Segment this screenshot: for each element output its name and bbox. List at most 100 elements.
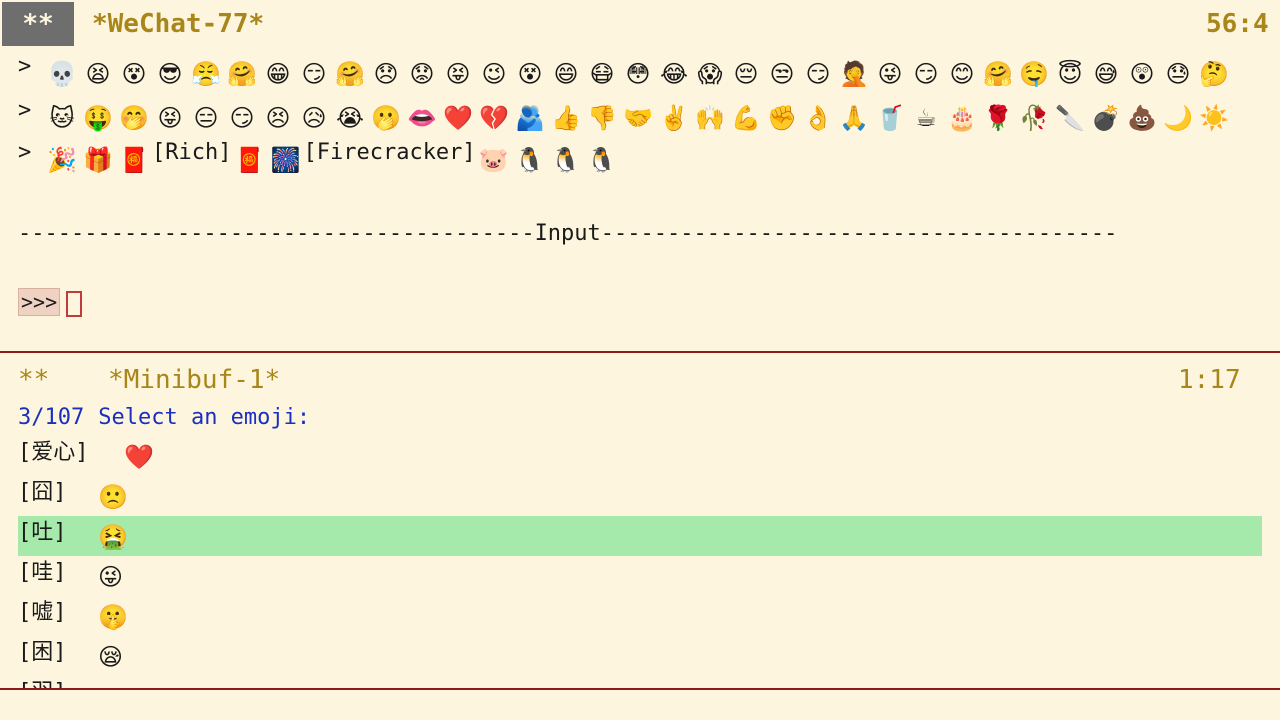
emoji-icon: ☕ bbox=[915, 104, 937, 132]
window-divider bbox=[0, 351, 1280, 353]
emoji-icon: 🌙 bbox=[1163, 104, 1193, 132]
emoji-icon: ✊ bbox=[767, 104, 797, 132]
cursor-position: 56:4 bbox=[1206, 9, 1269, 39]
emoji-icon: 😵 bbox=[517, 60, 543, 88]
emoji-icon: 🥤 bbox=[875, 104, 905, 132]
emoji-icon: 😒 bbox=[769, 60, 795, 88]
emoji-icon: 🤗 bbox=[983, 60, 1013, 88]
emoji-icon: 🐷 bbox=[478, 146, 509, 174]
emoji-icon: 😏 bbox=[805, 60, 831, 88]
candidate-label: [困] bbox=[18, 640, 67, 665]
candidate-label: [吐] bbox=[18, 520, 67, 545]
minibuffer-name: *Minibuf-1* bbox=[108, 365, 281, 395]
heart-icon: ❤️ bbox=[124, 443, 154, 471]
chat-line: > 💀 😫 😵 😎 😤 🤗 😁 😏 🤗 😞 😟 😝 😉 😵 😄 😷 😳 😂 😱 😔 😒 😏 🤦 😜 😏 😊 🤗 🤤 😇 😅 😲 😓 🤔 bbox=[18, 54, 1232, 94]
candidate-label: [羽] bbox=[18, 676, 67, 688]
emoji-icon: 🧧 bbox=[234, 146, 265, 174]
emoji-icon: 😉 bbox=[481, 60, 507, 88]
emoji-icon: 🐧 bbox=[586, 146, 617, 174]
emoji-icon: 🫂 bbox=[515, 104, 545, 132]
emoji-icon: 🤤 bbox=[1019, 60, 1049, 88]
emoji-icon: 🤑 bbox=[83, 104, 113, 132]
emoji-icon: 🤔 bbox=[1199, 60, 1229, 88]
chat-line: > 🐱 🤑 🤭 😝 😑 😏 😣 😥 😭 🫢 👄 ❤️ 💔 🫂 👍 👎 🤝 ✌️ 🙌 💪 ✊ 👌 🙏 🥤 ☕ 🎂 🌹 🥀 🔪 💣 💩 🌙 ☀️ bbox=[18, 98, 1232, 138]
window-divider bbox=[0, 688, 1280, 690]
minibuffer-modeline: ** *Minibuf-1* 1:17 bbox=[0, 356, 1280, 402]
emoji-icon: 🐧 bbox=[514, 146, 545, 174]
emoji-icon: 😏 bbox=[229, 104, 255, 132]
emoji-icon: 👍 bbox=[551, 104, 581, 132]
candidate-item[interactable]: [嘘] 🤫 bbox=[18, 596, 1262, 636]
text-cursor[interactable] bbox=[66, 290, 83, 317]
emoji-icon: 🥀 bbox=[1019, 104, 1049, 132]
emoji-icon: ❤️ bbox=[443, 104, 473, 132]
emoji-text-token: [Firecracker] bbox=[303, 140, 476, 165]
input-area[interactable]: >>> bbox=[18, 288, 83, 317]
emoji-icon: 👄 bbox=[407, 104, 437, 132]
minibuffer-state: ** bbox=[18, 365, 50, 395]
prompt-text: Select an emoji: bbox=[98, 405, 311, 430]
emoji-icon: 🎁 bbox=[83, 146, 113, 174]
emoji-icon: ☀️ bbox=[1199, 104, 1229, 132]
emoji-icon: 🔪 bbox=[1055, 104, 1085, 132]
emoji-icon: ✌️ bbox=[659, 104, 689, 132]
emoji-icon: 😏 bbox=[913, 60, 939, 88]
emoji-icon: 💀 bbox=[47, 60, 77, 88]
input-separator: ---------------------------------------I… bbox=[18, 221, 1118, 246]
emoji-icon: 💩 bbox=[1127, 104, 1157, 132]
emoji-icon: 😤 bbox=[191, 60, 221, 88]
completion-prompt: 3/107 Select an emoji: bbox=[18, 404, 310, 432]
emoji-icon: 😝 bbox=[157, 104, 183, 132]
shush-face-icon: 🤫 bbox=[98, 603, 128, 631]
emoji-icon: 😟 bbox=[409, 60, 435, 88]
vomit-face-icon: 🤮 bbox=[98, 523, 128, 551]
emoji-icon: 😇 bbox=[1057, 60, 1083, 88]
emoji-icon: 😥 bbox=[301, 104, 327, 132]
candidate-item[interactable]: [困] 😪 bbox=[18, 636, 1262, 676]
buffer-name[interactable]: *WeChat-77* bbox=[92, 4, 264, 44]
line-prompt: > bbox=[18, 54, 32, 79]
emoji-icon: 😵 bbox=[121, 60, 147, 88]
emoji-icon: 🤝 bbox=[623, 104, 653, 132]
emoji-icon: 🤦 bbox=[839, 60, 869, 88]
emoji-icon: 🌹 bbox=[983, 104, 1013, 132]
emoji-icon: 🧧 bbox=[119, 146, 149, 174]
emoji-icon: 😣 bbox=[265, 104, 291, 132]
emoji-icon: 😁 bbox=[265, 60, 291, 88]
candidate-item-selected[interactable]: [吐] 🤮 bbox=[18, 516, 1262, 556]
input-prompt-symbol: >>> bbox=[18, 288, 61, 316]
emoji-icon: 🎂 bbox=[947, 104, 977, 132]
emoji-icon: 😑 bbox=[193, 104, 219, 132]
tongue-face-icon: 😜 bbox=[98, 563, 124, 591]
emoji-icon: 😅 bbox=[1093, 60, 1119, 88]
emoji-icon: 🎆 bbox=[270, 146, 301, 174]
emoji-icon: 💔 bbox=[479, 104, 509, 132]
chat-line: > 🎉 🎁 🧧 [Rich] 🧧 🎆 [Firecracker] 🐷 🐧 🐧 🐧 bbox=[18, 140, 620, 180]
emoji-icon: 😔 bbox=[733, 60, 759, 88]
candidate-label: [哇] bbox=[18, 560, 67, 585]
emoji-icon: 😝 bbox=[445, 60, 471, 88]
candidate-item[interactable]: [爱心] ❤️ bbox=[18, 436, 1262, 476]
emoji-icon: 😎 bbox=[157, 60, 183, 88]
emoji-icon: 🙏 bbox=[839, 104, 869, 132]
candidate-label: [囧] bbox=[18, 480, 67, 505]
separator-label: Input bbox=[534, 221, 601, 246]
emoji-icon: 😓 bbox=[1165, 60, 1191, 88]
emoji-icon: 🤗 bbox=[335, 60, 365, 88]
line-prompt: > bbox=[18, 140, 32, 165]
emoji-icon: 😱 bbox=[697, 60, 723, 88]
emoji-icon: 💣 bbox=[1091, 104, 1121, 132]
emoji-icon: 🙌 bbox=[695, 104, 725, 132]
candidate-item[interactable]: [哇] 😜 bbox=[18, 556, 1262, 596]
line-prompt: > bbox=[18, 98, 32, 123]
emoji-icon: 👌 bbox=[803, 104, 833, 132]
emoji-icon: 😜 bbox=[877, 60, 903, 88]
emoji-icon: 😂 bbox=[659, 60, 689, 88]
emoji-icon: 😊 bbox=[949, 60, 975, 88]
candidate-item[interactable]: [囧] 🙁 bbox=[18, 476, 1262, 516]
candidate-item[interactable]: [羽] bbox=[18, 676, 1262, 688]
emoji-icon: 👎 bbox=[587, 104, 617, 132]
emoji-icon: 🐧 bbox=[550, 146, 581, 174]
awkward-face-icon: 🙁 bbox=[98, 483, 128, 511]
emoji-icon: 😲 bbox=[1129, 60, 1155, 88]
